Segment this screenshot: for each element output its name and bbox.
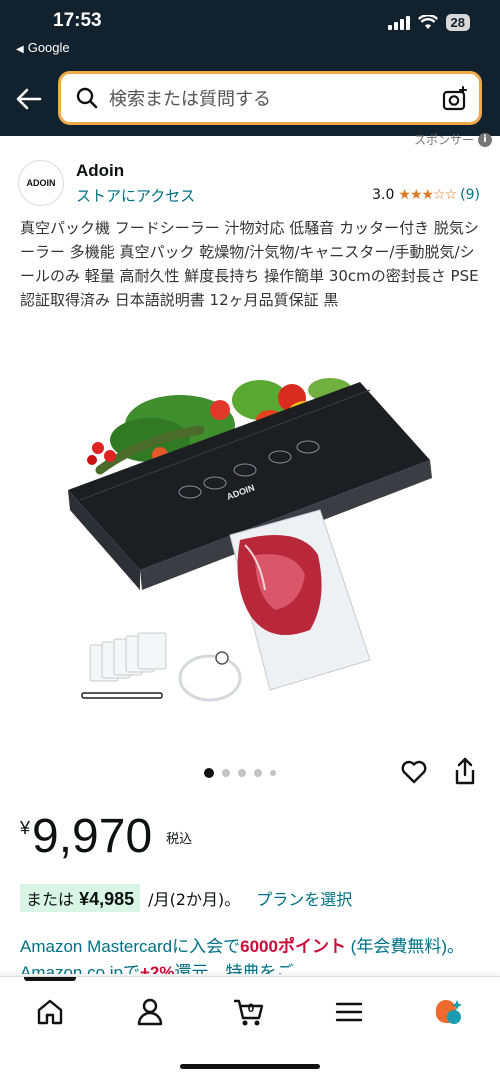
promo-part1: Amazon Mastercardに入会で [20, 937, 241, 956]
tax-label: 税込 [166, 832, 193, 847]
sponsored-text: スポンサー [413, 133, 474, 147]
visit-store-link[interactable]: ストアにアクセス [76, 185, 195, 206]
search-placeholder: 検索または質問する [109, 89, 271, 110]
installment-badge: または ¥4,985 [20, 884, 141, 912]
info-icon: i [478, 132, 492, 147]
rufus-icon[interactable] [432, 995, 466, 1029]
carousel-dot[interactable] [204, 768, 214, 778]
home-indicator [180, 1064, 320, 1069]
carousel-dot[interactable] [222, 769, 230, 777]
price-value: 9,970 [32, 810, 153, 863]
image-carousel-dots[interactable] [204, 768, 276, 778]
wifi-icon [417, 15, 438, 29]
store-logo[interactable]: ADOIN [18, 160, 64, 206]
rating-summary[interactable]: 3.0 ★★★☆☆ (9) [372, 187, 480, 203]
status-icons: 28 [387, 14, 470, 31]
search-icon [76, 87, 98, 109]
home-icon[interactable] [33, 995, 67, 1029]
top-header: 17:53 ◀ Google 28 検索または質問する [0, 0, 500, 136]
battery-indicator: 28 [445, 14, 470, 31]
store-name: Adoin [76, 161, 125, 180]
search-input[interactable]: 検索または質問する [58, 71, 482, 125]
menu-icon[interactable] [332, 995, 366, 1029]
promo-highlight2: +2% [140, 963, 175, 974]
installment-prefix: または [26, 890, 75, 909]
product-title: 真空パック機 フードシーラー 汁物対応 低騒音 カッター付き 脱気シーラー 多機… [20, 219, 479, 309]
installment-amount: ¥4,985 [79, 889, 135, 909]
cart-icon[interactable]: 0 [232, 995, 266, 1029]
installment-row: または ¥4,985 /月(2か月)。 プランを選択 [20, 884, 352, 912]
rating-count[interactable]: (9) [460, 187, 480, 203]
carousel-dot[interactable] [270, 770, 276, 776]
price-block: ¥ 9,970 税込 [20, 808, 192, 866]
share-icon[interactable] [452, 756, 478, 786]
account-icon[interactable] [133, 995, 167, 1029]
rating-value: 3.0 [372, 187, 395, 203]
star-rating-icon: ★★★☆☆ [398, 187, 457, 203]
active-tab-indicator [24, 977, 76, 981]
sponsored-label[interactable]: スポンサー i [414, 131, 492, 148]
camera-search-icon[interactable] [441, 85, 469, 113]
promo-part3: 還元、特典をご [174, 963, 294, 974]
mastercard-promo[interactable]: Amazon Mastercardに入会で6000ポイント (年会費無料)。Am… [20, 934, 482, 974]
installment-suffix: /月(2か月)。 [148, 890, 241, 909]
back-app-label: Google [27, 40, 70, 55]
carousel-dot[interactable] [238, 769, 246, 777]
select-plan-link[interactable]: プランを選択 [256, 886, 352, 910]
carousel-dot[interactable] [254, 769, 262, 777]
price-currency: ¥ [20, 818, 31, 838]
back-triangle-icon: ◀ [16, 44, 24, 55]
promo-highlight: 6000ポイント [240, 937, 346, 956]
status-time: 17:53 [53, 10, 102, 31]
product-image[interactable]: ADOIN [60, 360, 440, 715]
back-arrow-icon[interactable] [14, 84, 44, 114]
cart-count: 0 [248, 1001, 255, 1015]
heart-icon[interactable] [400, 758, 428, 786]
back-to-app-link[interactable]: ◀ Google [16, 40, 70, 55]
cellular-signal-icon [387, 15, 410, 30]
